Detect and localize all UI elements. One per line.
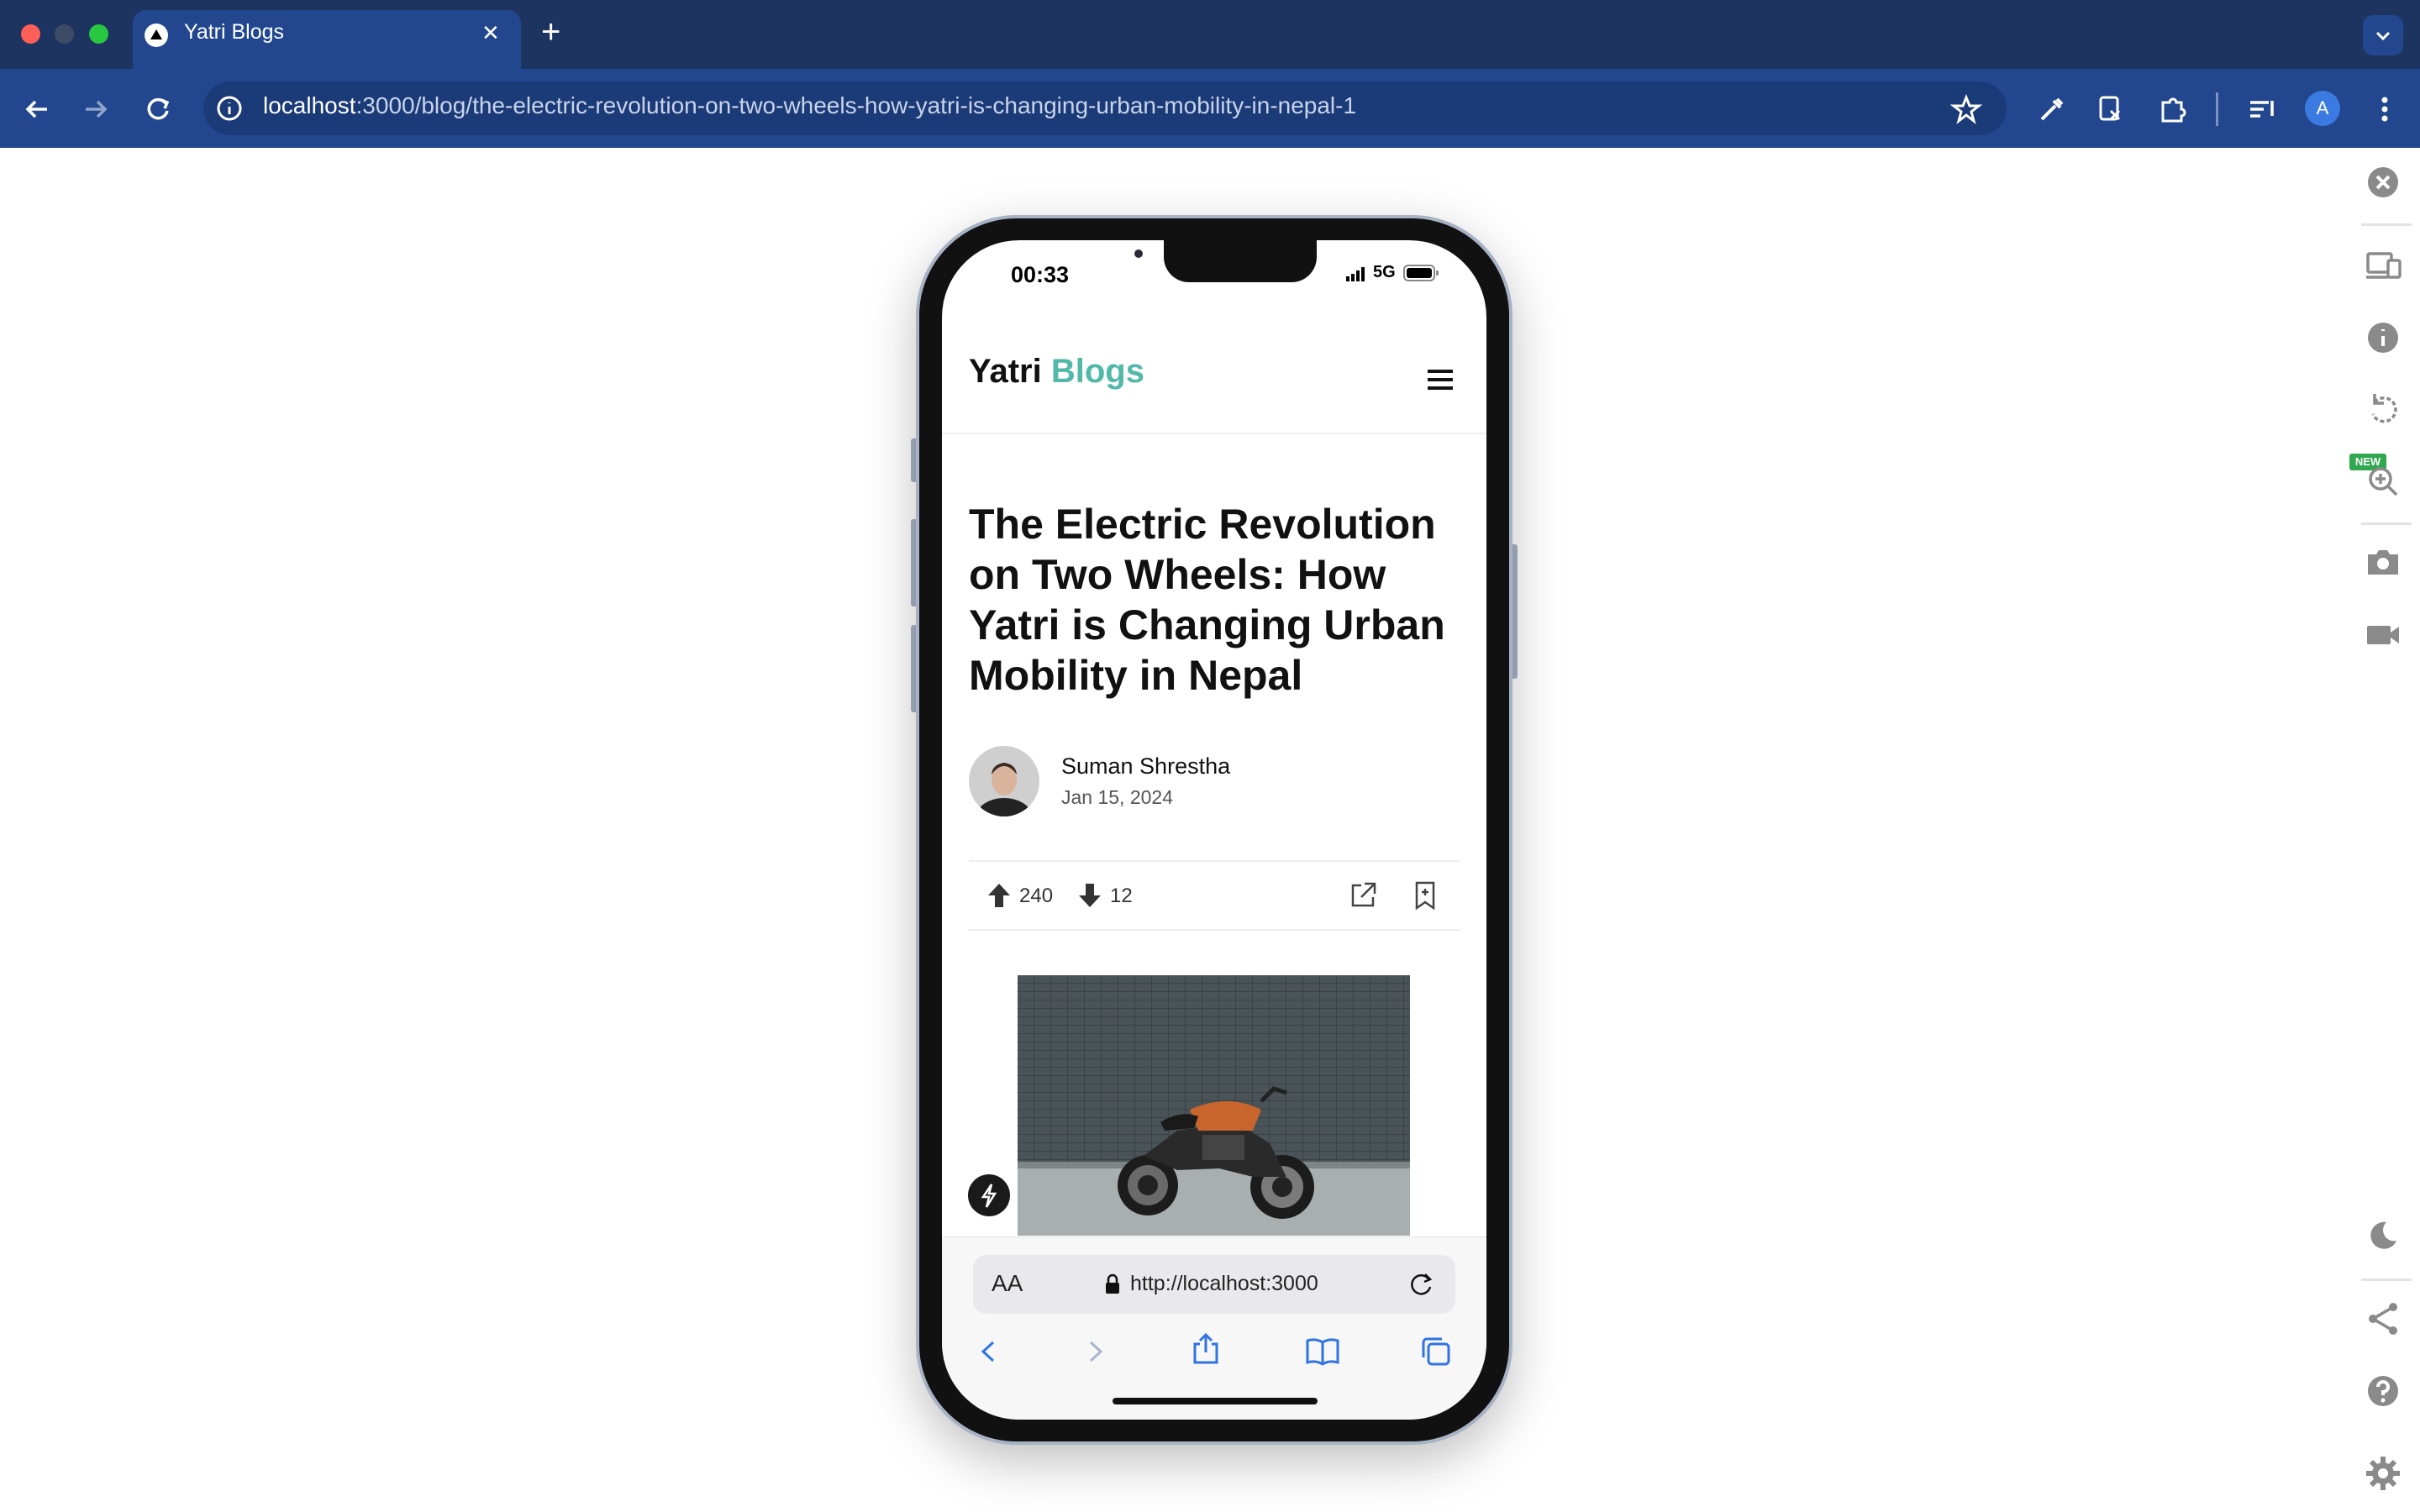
external-share-icon[interactable] <box>1348 880 1378 911</box>
publish-date: Jan 15, 2024 <box>1061 786 1174 808</box>
tab-close-icon[interactable]: ✕ <box>481 20 500 46</box>
meta-divider-bottom <box>969 929 1460 931</box>
video-camera-icon[interactable] <box>2363 615 2403 655</box>
safari-bookmarks-icon[interactable] <box>1304 1336 1341 1366</box>
tab-favicon-icon <box>145 24 168 47</box>
article-title: The Electric Revolution on Two Wheels: H… <box>969 501 1445 699</box>
dark-mode-moon-icon[interactable] <box>2363 1215 2403 1256</box>
home-indicator <box>1113 1398 1318 1404</box>
close-window-button[interactable] <box>21 24 40 44</box>
meta-divider-top <box>969 860 1460 862</box>
safari-tabs-icon[interactable] <box>1418 1334 1452 1368</box>
front-camera <box>1134 249 1143 258</box>
text-size-button[interactable]: AA <box>992 1270 1023 1297</box>
hamburger-menu-icon[interactable] <box>1425 365 1455 395</box>
chevron-down-icon <box>2375 31 2391 41</box>
rail-divider <box>2361 1278 2412 1281</box>
safari-forward-icon[interactable] <box>1081 1337 1109 1366</box>
reload-icon[interactable] <box>139 91 176 128</box>
network-type: 5G <box>1373 263 1396 281</box>
eyedropper-extension-icon[interactable] <box>2032 91 2069 128</box>
downvote-arrow-icon[interactable] <box>1077 882 1102 909</box>
upvote-arrow-icon[interactable] <box>986 882 1012 909</box>
bookmark-icon[interactable] <box>1410 880 1440 911</box>
rotate-icon[interactable] <box>2363 389 2403 429</box>
site-info-icon[interactable] <box>214 93 245 123</box>
safari-share-icon[interactable] <box>1190 1332 1222 1366</box>
upvote-count: 240 <box>1019 885 1054 907</box>
rail-divider <box>2361 223 2412 226</box>
signal-bars-icon <box>1346 267 1365 281</box>
battery-icon <box>1403 265 1439 281</box>
phone-notch <box>1164 240 1317 282</box>
devices-icon[interactable] <box>2363 245 2403 286</box>
status-time: 00:33 <box>1011 262 1070 287</box>
extension-blocked-icon[interactable] <box>2092 91 2129 128</box>
maximize-window-button[interactable] <box>89 24 108 44</box>
close-circle-icon[interactable] <box>2363 162 2403 202</box>
toolbar-divider <box>2216 92 2218 126</box>
tab-title: Yatri Blogs <box>184 20 285 44</box>
brand-name-first: Yatri <box>969 353 1042 390</box>
safari-reload-icon[interactable] <box>1407 1270 1435 1299</box>
url-text[interactable]: localhost:3000/blog/the-electric-revolut… <box>263 92 1356 119</box>
lightning-bolt-icon <box>981 1184 997 1208</box>
url-path: :3000/blog/the-electric-revolution-on-tw… <box>355 92 1357 118</box>
author-name[interactable]: Suman Shrestha <box>1061 753 1230 780</box>
bookmark-star-icon[interactable] <box>1948 91 1985 128</box>
settings-gear-icon[interactable] <box>2363 1453 2403 1494</box>
new-tab-button[interactable]: + <box>541 13 560 51</box>
help-icon[interactable] <box>2363 1371 2403 1411</box>
bolt-fab-button[interactable] <box>968 1174 1010 1216</box>
downvote-count: 12 <box>1110 885 1133 907</box>
camera-icon[interactable] <box>2363 543 2403 583</box>
info-icon[interactable] <box>2363 318 2403 358</box>
puzzle-extensions-icon[interactable] <box>2154 91 2191 128</box>
author-avatar <box>969 746 1039 816</box>
lock-icon <box>1106 1273 1119 1294</box>
tab-search-button[interactable] <box>2363 15 2403 55</box>
back-arrow-icon[interactable] <box>18 91 55 128</box>
site-logo[interactable]: Yatri Blogs <box>969 353 1144 391</box>
share-icon[interactable] <box>2363 1299 2403 1339</box>
safari-back-icon[interactable] <box>975 1337 1003 1366</box>
zoom-in-icon[interactable] <box>2363 460 2403 501</box>
header-divider <box>942 433 1486 434</box>
article-cover-image <box>1018 975 1410 1236</box>
minimize-window-button[interactable] <box>55 24 74 44</box>
profile-avatar[interactable]: A <box>2305 91 2340 126</box>
brand-name-second: Blogs <box>1050 353 1144 390</box>
more-menu-icon[interactable] <box>2366 91 2403 128</box>
url-host: localhost <box>263 92 356 118</box>
media-queue-icon[interactable] <box>2244 91 2281 128</box>
forward-arrow-icon[interactable] <box>77 91 114 128</box>
rail-divider <box>2361 522 2412 525</box>
safari-url[interactable]: http://localhost:3000 <box>1130 1272 1318 1296</box>
